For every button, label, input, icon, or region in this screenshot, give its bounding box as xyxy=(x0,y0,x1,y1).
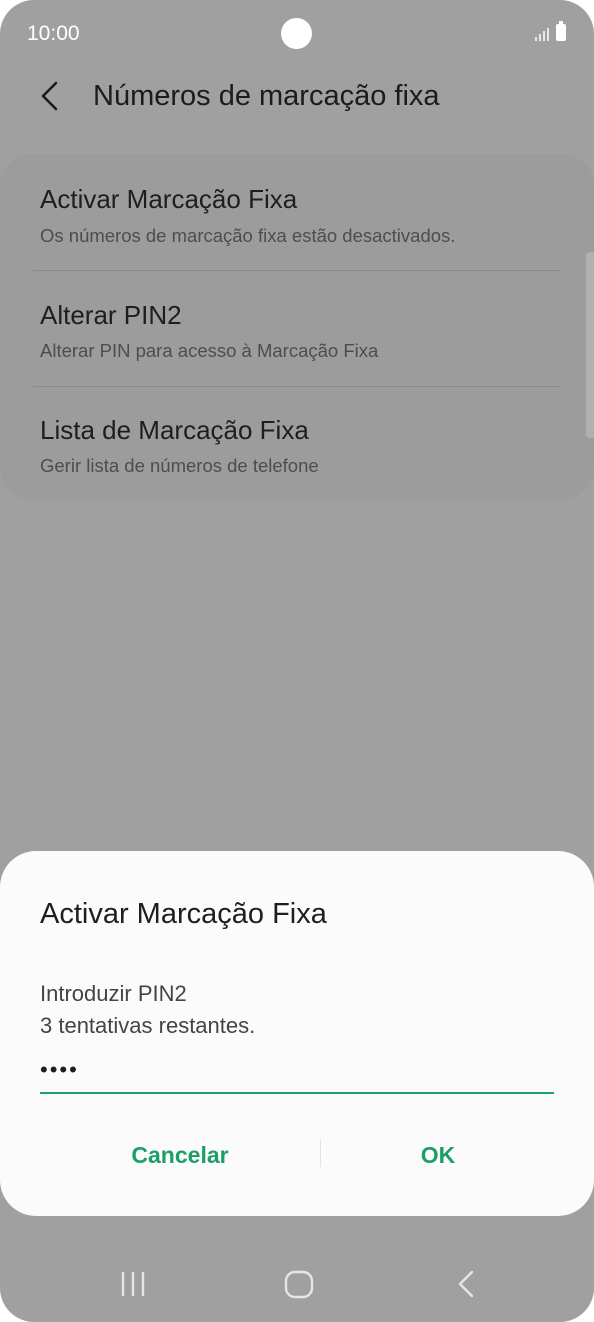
setting-title: Lista de Marcação Fixa xyxy=(40,415,309,445)
settings-card: Activar Marcação Fixa Os números de marc… xyxy=(0,154,594,500)
cancel-button[interactable]: Cancelar xyxy=(80,1131,280,1179)
dialog-message-prompt: Introduzir PIN2 xyxy=(40,981,187,1006)
recents-button[interactable] xyxy=(103,1264,163,1304)
setting-activate-fixed-dialing[interactable]: Activar Marcação Fixa Os números de marc… xyxy=(0,154,594,269)
home-button[interactable] xyxy=(269,1264,329,1304)
nav-back-button[interactable] xyxy=(436,1264,496,1304)
recents-icon xyxy=(121,1272,145,1296)
setting-title: Alterar PIN2 xyxy=(40,300,182,330)
status-time: 10:00 xyxy=(27,22,80,45)
phone-screen: 10:00 Números de marcação fixa Activar M… xyxy=(0,0,594,1322)
navigation-bar xyxy=(0,1244,594,1322)
pin2-input[interactable] xyxy=(40,1048,554,1094)
setting-fixed-dialing-list[interactable]: Lista de Marcação Fixa Gerir lista de nú… xyxy=(0,386,594,501)
dialog-message-attempts: 3 tentativas restantes. xyxy=(40,1013,256,1038)
back-button[interactable] xyxy=(34,78,70,118)
chevron-left-icon xyxy=(41,81,58,111)
button-divider xyxy=(320,1140,321,1167)
dialog-title: Activar Marcação Fixa xyxy=(40,898,327,930)
setting-change-pin2[interactable]: Alterar PIN2 Alterar PIN para acesso à M… xyxy=(0,270,594,385)
ok-button[interactable]: OK xyxy=(338,1131,538,1179)
page-title: Números de marcação fixa xyxy=(93,80,440,112)
front-camera-cutout xyxy=(281,18,312,49)
setting-subtitle: Gerir lista de números de telefone xyxy=(40,455,319,476)
setting-subtitle: Os números de marcação fixa estão desact… xyxy=(40,225,456,246)
setting-subtitle: Alterar PIN para acesso à Marcação Fixa xyxy=(40,340,379,361)
app-header: Números de marcação fixa xyxy=(0,66,594,130)
status-bar: 10:00 xyxy=(0,0,594,66)
pin-dialog: Activar Marcação Fixa Introduzir PIN2 3 … xyxy=(0,851,594,1216)
home-icon xyxy=(284,1270,314,1299)
setting-title: Activar Marcação Fixa xyxy=(40,184,298,214)
signal-icon xyxy=(535,28,549,41)
back-icon xyxy=(458,1270,474,1298)
battery-icon xyxy=(556,21,566,41)
scrollbar[interactable] xyxy=(586,252,594,438)
